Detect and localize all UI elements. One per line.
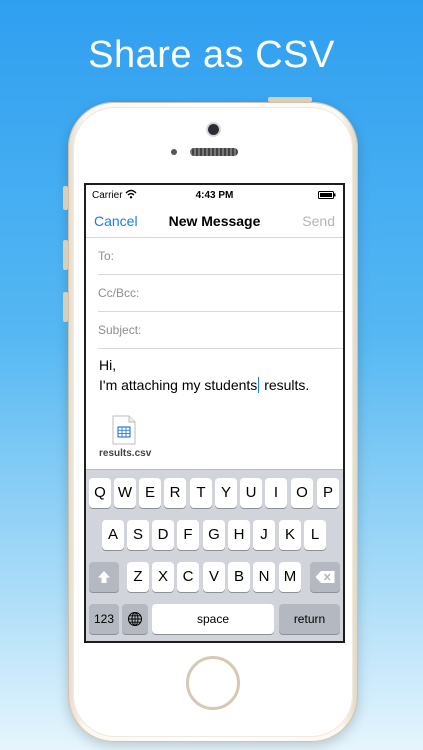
key-f[interactable]: F — [177, 520, 199, 550]
space-key[interactable]: space — [152, 604, 274, 634]
key-o[interactable]: O — [291, 478, 313, 508]
spreadsheet-file-icon[interactable] — [112, 415, 136, 445]
home-button[interactable] — [186, 656, 240, 710]
key-v[interactable]: V — [203, 562, 225, 592]
key-w[interactable]: W — [114, 478, 136, 508]
attachment-name[interactable]: results.csv — [99, 448, 151, 459]
key-z[interactable]: Z — [127, 562, 149, 592]
delete-key[interactable] — [310, 562, 340, 592]
status-time: 4:43 PM — [195, 190, 234, 201]
delete-icon — [315, 571, 335, 583]
body-line-1: Hi, — [99, 357, 117, 373]
return-key[interactable]: return — [279, 604, 340, 634]
message-body[interactable]: Hi, I'm attaching my students results. — [99, 355, 309, 395]
volume-up-button — [63, 240, 68, 270]
key-d[interactable]: D — [152, 520, 174, 550]
key-i[interactable]: I — [265, 478, 287, 508]
earpiece-speaker — [190, 148, 238, 156]
body-line-2-end: results. — [260, 377, 310, 393]
proximity-sensor — [171, 149, 177, 155]
key-y[interactable]: Y — [215, 478, 237, 508]
keyboard: Q W E R T Y U I O P A S D F G H J K L Z … — [86, 469, 343, 641]
numbers-key[interactable]: 123 — [89, 604, 119, 634]
status-bar: Carrier 4:43 PM — [86, 185, 343, 205]
key-n[interactable]: N — [253, 562, 275, 592]
key-q[interactable]: Q — [89, 478, 111, 508]
send-button[interactable]: Send — [302, 213, 335, 229]
power-button — [268, 97, 312, 102]
key-l[interactable]: L — [304, 520, 326, 550]
key-c[interactable]: C — [177, 562, 199, 592]
battery-icon — [318, 191, 336, 199]
phone-screen: Carrier 4:43 PM Cancel New Message Send … — [86, 185, 343, 641]
headline: Share as CSV — [88, 34, 335, 76]
key-e[interactable]: E — [139, 478, 161, 508]
to-field[interactable]: To: — [98, 238, 343, 275]
globe-icon — [128, 612, 142, 626]
key-j[interactable]: J — [253, 520, 275, 550]
key-b[interactable]: B — [228, 562, 250, 592]
subject-field[interactable]: Subject: — [98, 312, 343, 349]
key-g[interactable]: G — [203, 520, 225, 550]
mute-switch — [63, 186, 68, 210]
shift-key[interactable] — [89, 562, 119, 592]
body-line-2-start: I'm attaching my students — [99, 377, 258, 393]
volume-down-button — [63, 292, 68, 322]
key-a[interactable]: A — [102, 520, 124, 550]
navigation-bar: Cancel New Message Send — [86, 205, 343, 238]
cc-bcc-field[interactable]: Cc/Bcc: — [98, 275, 343, 312]
shift-icon — [98, 571, 110, 583]
key-r[interactable]: R — [164, 478, 186, 508]
key-k[interactable]: K — [279, 520, 301, 550]
key-p[interactable]: P — [317, 478, 339, 508]
key-s[interactable]: S — [127, 520, 149, 550]
key-t[interactable]: T — [190, 478, 212, 508]
key-h[interactable]: H — [228, 520, 250, 550]
key-m[interactable]: M — [279, 562, 301, 592]
key-x[interactable]: X — [152, 562, 174, 592]
front-camera — [208, 124, 219, 135]
key-u[interactable]: U — [240, 478, 262, 508]
globe-key[interactable] — [122, 604, 148, 634]
body-line-2: I'm attaching my students results. — [99, 375, 309, 395]
